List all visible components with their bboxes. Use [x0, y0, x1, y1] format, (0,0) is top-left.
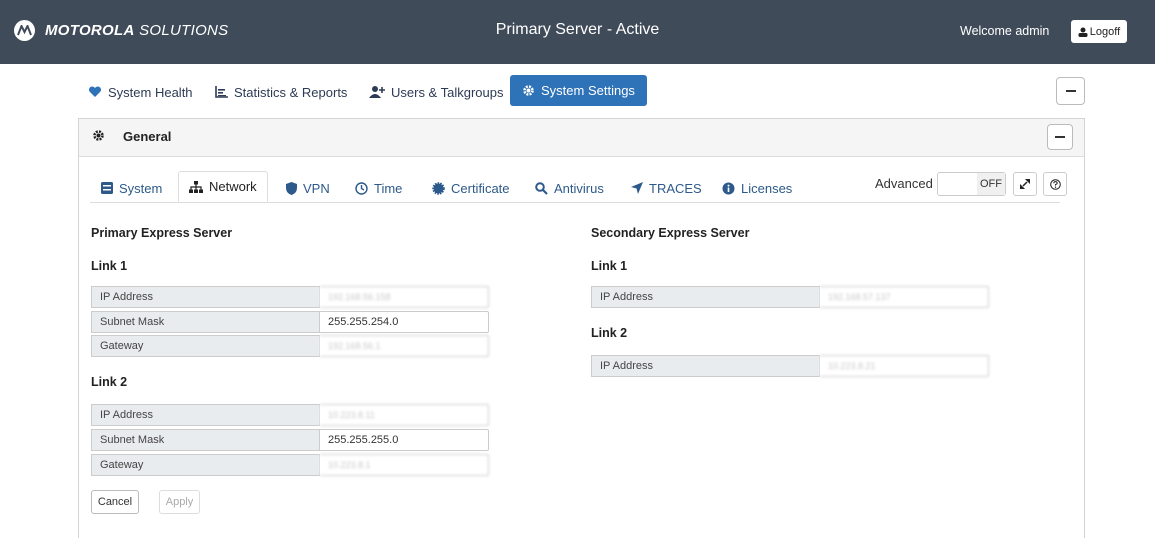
- tab-vpn[interactable]: VPN: [286, 173, 330, 203]
- nav-tab-users-talkgroups[interactable]: Users & Talkgroups: [369, 80, 503, 104]
- primary-link2-gateway-input[interactable]: 10.223.8.1: [320, 454, 489, 476]
- tab-time[interactable]: Time: [355, 173, 402, 203]
- gear-icon: [523, 85, 534, 96]
- field-label: IP Address: [91, 286, 320, 308]
- chart-icon: [215, 86, 228, 98]
- top-bar: MOTOROLA SOLUTIONS Primary Server - Acti…: [0, 0, 1155, 64]
- minus-icon: [1055, 136, 1065, 138]
- server-icon: [101, 182, 113, 194]
- primary-link1-ip-input[interactable]: 192.168.56.158: [320, 286, 489, 308]
- field-label: IP Address: [591, 355, 820, 377]
- advanced-label: Advanced: [875, 176, 933, 191]
- advanced-toggle[interactable]: OFF: [937, 172, 1006, 196]
- cancel-button[interactable]: Cancel: [91, 490, 139, 514]
- field-label: Gateway: [91, 335, 320, 357]
- primary-link2-subnet-row: Subnet Mask 255.255.255.0: [91, 429, 489, 451]
- tab-network[interactable]: Network: [178, 171, 268, 202]
- secondary-link1-ip-input[interactable]: 192.168.57.137: [820, 286, 989, 308]
- shield-icon: [286, 181, 297, 195]
- collapse-panel-button[interactable]: [1047, 124, 1073, 150]
- minus-icon: [1065, 90, 1076, 92]
- primary-link1-gateway-row: Gateway 192.168.56.1: [91, 335, 489, 357]
- tab-licenses[interactable]: Licenses: [722, 173, 792, 203]
- nav-tab-statistics[interactable]: Statistics & Reports: [215, 80, 347, 104]
- secondary-link1-ip-row: IP Address 192.168.57.137: [591, 286, 989, 308]
- field-label: IP Address: [91, 404, 320, 426]
- panel-title: General: [123, 129, 172, 144]
- tab-traces[interactable]: TRACES: [631, 173, 702, 203]
- primary-link1-gateway-input[interactable]: 192.168.56.1: [320, 335, 489, 357]
- primary-link1-ip-row: IP Address 192.168.56.158: [91, 286, 489, 308]
- field-label: Subnet Mask: [91, 311, 320, 333]
- primary-link2-gateway-row: Gateway 10.223.8.1: [91, 454, 489, 476]
- search-icon: [535, 181, 548, 195]
- field-label: IP Address: [591, 286, 820, 308]
- network-icon: [189, 180, 203, 193]
- user-icon: [1078, 27, 1088, 37]
- tab-system[interactable]: System: [101, 173, 162, 203]
- toggle-state: OFF: [977, 173, 1005, 195]
- info-icon: [722, 182, 735, 194]
- primary-link2-subnet-input[interactable]: 255.255.255.0: [320, 429, 489, 451]
- question-circle-icon: [1049, 178, 1061, 190]
- primary-link1-subnet-row: Subnet Mask 255.255.254.0: [91, 311, 489, 333]
- primary-link2-ip-input[interactable]: 10.223.8.11: [320, 404, 489, 426]
- help-button[interactable]: [1043, 172, 1067, 196]
- user-plus-icon: [369, 86, 385, 98]
- collapse-nav-button[interactable]: [1056, 77, 1085, 105]
- apply-button[interactable]: Apply: [159, 490, 200, 514]
- secondary-link1-heading: Link 1: [591, 259, 628, 273]
- field-label: Gateway: [91, 454, 320, 476]
- primary-link1-heading: Link 1: [91, 259, 128, 273]
- primary-server-heading: Primary Express Server: [91, 226, 233, 240]
- primary-link2-heading: Link 2: [91, 375, 128, 389]
- tab-divider: [90, 202, 1060, 203]
- primary-link2-ip-row: IP Address 10.223.8.11: [91, 404, 489, 426]
- nav-tab-system-settings[interactable]: System Settings: [510, 75, 647, 106]
- secondary-link2-ip-input[interactable]: 10.223.8.21: [820, 355, 989, 377]
- expand-button[interactable]: [1013, 172, 1037, 196]
- field-label: Subnet Mask: [91, 429, 320, 451]
- heart-icon: [88, 86, 102, 97]
- panel-header: General: [79, 119, 1084, 157]
- secondary-server-heading: Secondary Express Server: [591, 226, 750, 240]
- clock-icon: [355, 181, 368, 195]
- primary-link1-subnet-input[interactable]: 255.255.254.0: [320, 311, 489, 333]
- expand-icon: [1020, 179, 1030, 189]
- secondary-link2-heading: Link 2: [591, 326, 628, 340]
- logoff-button[interactable]: Logoff: [1071, 20, 1127, 43]
- tab-certificate[interactable]: Certificate: [432, 173, 510, 203]
- gear-icon: [93, 130, 104, 141]
- welcome-text: Welcome admin: [960, 24, 1050, 38]
- secondary-link2-ip-row: IP Address 10.223.8.21: [591, 355, 989, 377]
- location-arrow-icon: [631, 182, 643, 194]
- certificate-icon: [432, 181, 445, 195]
- nav-tab-system-health[interactable]: System Health: [88, 80, 193, 104]
- tab-antivirus[interactable]: Antivirus: [535, 173, 604, 203]
